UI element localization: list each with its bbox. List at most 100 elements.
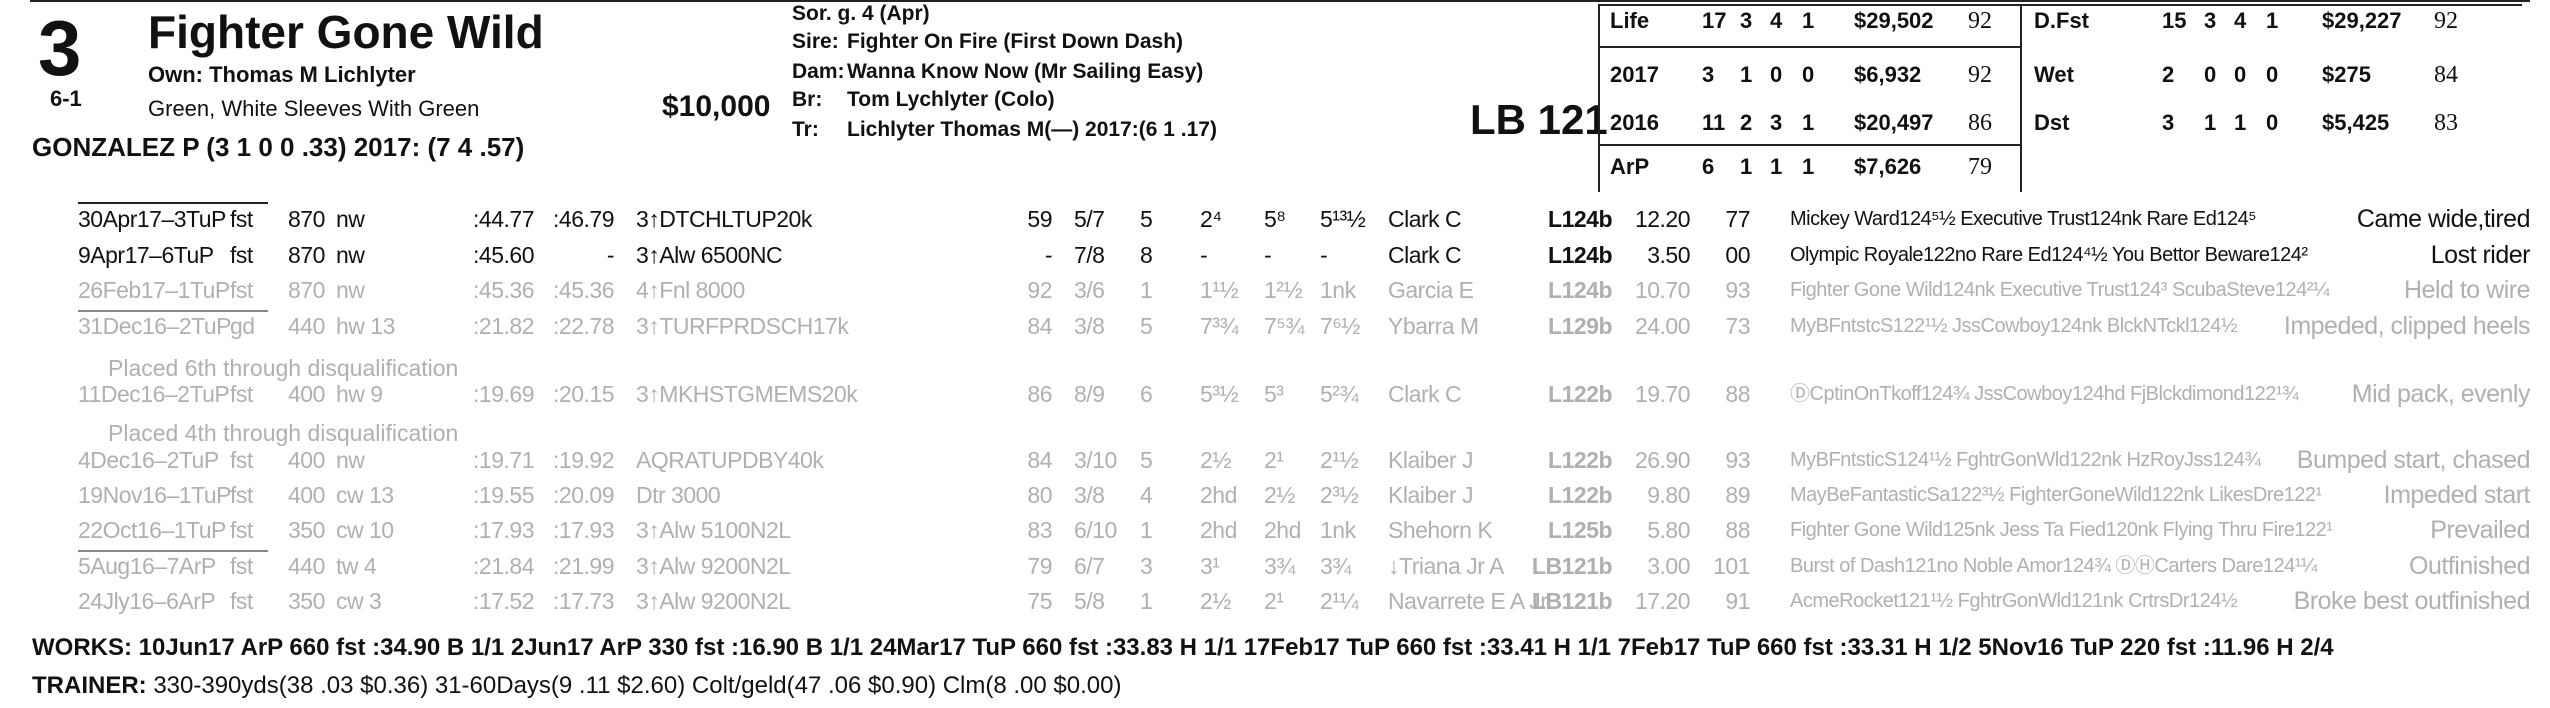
race-remark: Outfinished: [2409, 552, 2530, 580]
race-fig: 73: [1725, 313, 1750, 339]
race-f1: :45.36: [473, 277, 534, 303]
race-cond: fst: [230, 447, 253, 473]
jockey-line: GONZALEZ P (3 1 0 0 .33) 2017: (7 4 .57): [32, 132, 525, 162]
race-c2: 5³: [1264, 381, 1284, 407]
program-number: 3: [38, 4, 82, 92]
stats-starts: 6: [1702, 154, 1715, 179]
race-c2: 3¾: [1264, 553, 1295, 579]
race-comment: Burst of Dash121no Noble Amor124¾ ⒹⒽCart…: [1790, 555, 2318, 577]
race-odds: 3.50: [1647, 242, 1690, 268]
race-c1: 7³¾: [1200, 313, 1239, 339]
race-f1: :17.52: [473, 588, 534, 614]
race-race: 3↑Alw 5100N2L: [636, 517, 791, 543]
stats-earn: $7,626: [1854, 154, 1922, 179]
sire-line: Sire: Fighter On Fire (First Down Dash): [792, 30, 1183, 54]
race-jock: Ybarra M: [1388, 313, 1479, 339]
race-race: 3↑TURFPRDSCH17k: [636, 313, 849, 339]
race-wt: L129b: [1548, 313, 1612, 339]
race-sp: 84: [1027, 447, 1052, 473]
race-remark: Mid pack, evenly: [2351, 380, 2531, 408]
race-f2: :21.99: [553, 553, 614, 579]
date-separator: [78, 550, 268, 552]
race-pp: 5/8: [1074, 588, 1105, 614]
race-odds: 24.00: [1634, 313, 1691, 339]
stats-speed: 92: [1968, 8, 1992, 34]
race-pp: 3/8: [1074, 313, 1105, 339]
dam-line: Dam: Wanna Know Now (Mr Sailing Easy): [792, 60, 1203, 84]
race-surf: cw 13: [336, 482, 394, 508]
stats-p: 0: [2234, 62, 2247, 87]
stats-s: 1: [1802, 8, 1815, 33]
race-odds: 19.70: [1634, 381, 1691, 407]
stats-speed: 84: [2434, 62, 2458, 88]
owner: Own: Thomas M Lichlyter: [148, 62, 416, 87]
race-cond: fst: [230, 517, 253, 543]
race-jock: Garcia E: [1388, 277, 1474, 303]
race-comment: Mickey Ward124⁵½ Executive Trust124nk Ra…: [1790, 208, 2257, 230]
stats-s: 0: [2266, 62, 2279, 87]
race-f2: :20.15: [553, 381, 614, 407]
dq-note: Placed 6th through disqualification: [108, 355, 459, 381]
race-race: AQRATUPDBY40k: [636, 447, 824, 473]
race-dist: 350: [288, 588, 325, 614]
race-surf: cw 3: [336, 588, 382, 614]
race-surf: nw: [336, 277, 365, 303]
race-odds: 3.00: [1647, 553, 1690, 579]
breeder-label: Br:: [792, 88, 823, 111]
stats-box-rule: [1598, 144, 2020, 146]
medication-weight: LB 121: [1470, 96, 1608, 143]
dam-label: Dam:: [792, 60, 845, 83]
stats-label: Wet: [2034, 62, 2074, 87]
stats-w: 3: [1740, 8, 1753, 33]
race-f1: :21.84: [473, 553, 534, 579]
race-f1: :21.82: [473, 313, 534, 339]
race-date: 5Aug16–7ArP: [78, 553, 216, 579]
race-race: 3↑Alw 6500NC: [636, 242, 783, 268]
race-fig: 00: [1725, 242, 1750, 268]
date-separator: [78, 202, 268, 204]
race-wt: L124b: [1548, 277, 1612, 303]
race-fig: 89: [1725, 482, 1750, 508]
race-race: 3↑Alw 9200N2L: [636, 553, 791, 579]
stats-s: 0: [2266, 110, 2279, 135]
race-remark: Impeded, clipped heels: [2283, 312, 2531, 340]
works-line: WORKS: 10Jun17 ArP 660 fst :34.90 B 1/1 …: [32, 634, 2334, 661]
race-dist: 400: [288, 482, 325, 508]
race-pp: 8/9: [1074, 381, 1105, 407]
race-c2: 2½: [1264, 482, 1295, 508]
race-race: 3↑Alw 9200N2L: [636, 588, 791, 614]
race-race: 3↑MKHSTGMEMS20k: [636, 381, 858, 407]
race-pp: 5/7: [1074, 206, 1105, 232]
dam: Wanna Know Now (Mr Sailing Easy): [847, 60, 1204, 83]
race-remark: Impeded start: [2383, 481, 2531, 509]
race-row: 26Feb17–1TuP fst 870 nw:45.36:45.36 4↑Fnl 80…: [0, 277, 2550, 303]
race-cond: gd: [230, 313, 255, 339]
breeder: Tom Lychlyter (Colo): [847, 88, 1055, 111]
race-row: 31Dec16–2TuP gd 440 hw 13:21.82:22.78 3↑TURF…: [0, 313, 2550, 339]
race-cond: fst: [230, 206, 253, 232]
race-pp: 6/7: [1074, 553, 1105, 579]
race-row: 5Aug16–7ArP fst 440 tw 4:21.84:21.99 3↑Alw 9…: [0, 553, 2550, 579]
race-date: 11Dec16–2TuP: [78, 381, 230, 407]
race-f2: :17.93: [553, 517, 614, 543]
race-sp: 80: [1027, 482, 1052, 508]
stats-label: Life: [1610, 8, 1650, 33]
race-odds: 10.70: [1634, 277, 1691, 303]
race-fin: 2¹¼: [1320, 588, 1359, 614]
race-remark: Held to wire: [2404, 276, 2531, 304]
stats-earn: $5,425: [2322, 110, 2390, 135]
race-fin: 7⁶½: [1320, 313, 1360, 339]
race-surf: hw 13: [336, 313, 395, 339]
stats-starts: 2: [2162, 62, 2175, 87]
race-comment: AcmeRocket121¹½ FghtrGonWld121nk CrtrsDr…: [1790, 590, 2238, 612]
race-surf: nw: [336, 242, 365, 268]
stats-p: 3: [1770, 110, 1783, 135]
race-st: 6: [1140, 381, 1153, 407]
race-cond: fst: [230, 242, 253, 268]
race-dist: 350: [288, 517, 325, 543]
sire-label: Sire:: [792, 30, 839, 53]
stats-label: Dst: [2034, 110, 2070, 135]
race-f1: :17.93: [473, 517, 534, 543]
race-f2: :46.79: [553, 206, 614, 232]
race-st: 1: [1140, 588, 1153, 614]
